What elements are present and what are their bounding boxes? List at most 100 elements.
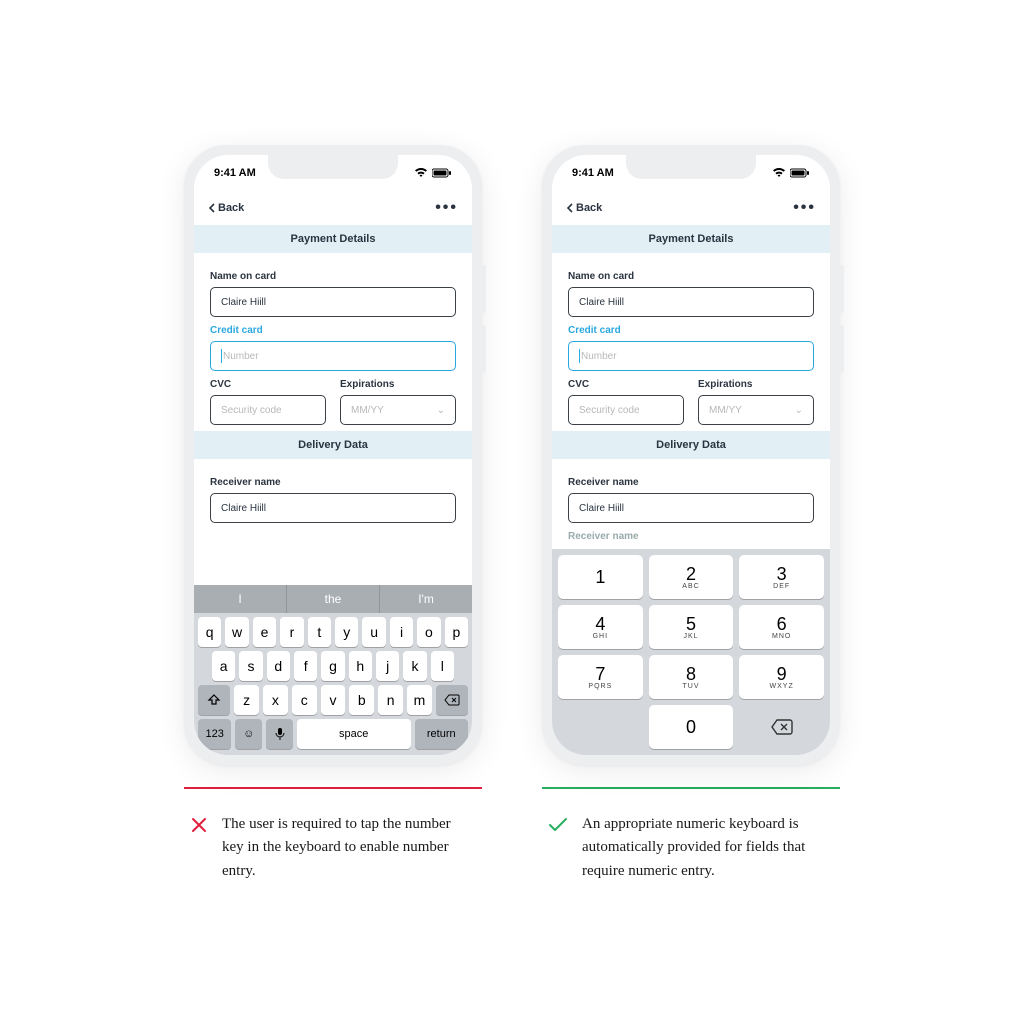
receiver-label: Receiver name bbox=[210, 477, 456, 488]
battery-icon bbox=[432, 168, 452, 178]
key-l[interactable]: l bbox=[431, 651, 454, 681]
key-u[interactable]: u bbox=[362, 617, 385, 647]
exp-select[interactable]: MM/YY⌄ bbox=[698, 395, 814, 425]
kb-row-1: q w e r t y u i o p bbox=[194, 613, 472, 647]
key-f[interactable]: f bbox=[294, 651, 317, 681]
card-label: Credit card bbox=[568, 325, 814, 336]
cvc-label: CVC bbox=[210, 379, 326, 390]
battery-icon bbox=[790, 168, 810, 178]
key-h[interactable]: h bbox=[349, 651, 372, 681]
phone-bad: 9:41 AM Back ••• Payment Details Name on… bbox=[184, 145, 482, 765]
exp-label: Expirations bbox=[698, 379, 814, 390]
numkey-3[interactable]: 3DEF bbox=[739, 555, 824, 599]
backspace-key[interactable] bbox=[436, 685, 468, 715]
receiver-input[interactable]: Claire Hiill bbox=[568, 493, 814, 523]
key-n[interactable]: n bbox=[378, 685, 403, 715]
key-t[interactable]: t bbox=[308, 617, 331, 647]
numkey-5[interactable]: 5JKL bbox=[649, 605, 734, 649]
prediction-bar: I the I'm bbox=[194, 585, 472, 613]
numkey-2[interactable]: 2ABC bbox=[649, 555, 734, 599]
back-label: Back bbox=[218, 202, 244, 214]
key-d[interactable]: d bbox=[267, 651, 290, 681]
key-m[interactable]: m bbox=[407, 685, 432, 715]
shift-icon bbox=[207, 693, 221, 707]
numkey-6[interactable]: 6MNO bbox=[739, 605, 824, 649]
exp-label: Expirations bbox=[340, 379, 456, 390]
receiver2-label: Receiver name bbox=[568, 531, 814, 542]
cvc-input[interactable]: Security code bbox=[210, 395, 326, 425]
x-icon bbox=[190, 816, 208, 834]
caption-good-text: An appropriate numeric keyboard is autom… bbox=[582, 813, 834, 883]
space-key[interactable]: space bbox=[297, 719, 411, 749]
status-icons bbox=[414, 168, 452, 178]
key-k[interactable]: k bbox=[403, 651, 426, 681]
key-g[interactable]: g bbox=[321, 651, 344, 681]
shift-key[interactable] bbox=[198, 685, 230, 715]
mic-icon bbox=[275, 727, 285, 741]
back-button[interactable]: Back bbox=[566, 202, 602, 214]
backspace-icon bbox=[770, 718, 794, 736]
name-label: Name on card bbox=[210, 271, 456, 282]
key-s[interactable]: s bbox=[239, 651, 262, 681]
predict-1[interactable]: the bbox=[287, 585, 380, 613]
key-i[interactable]: i bbox=[390, 617, 413, 647]
more-button[interactable]: ••• bbox=[793, 199, 816, 217]
more-button[interactable]: ••• bbox=[435, 199, 458, 217]
name-input[interactable]: Claire Hiill bbox=[568, 287, 814, 317]
key-v[interactable]: v bbox=[321, 685, 346, 715]
notch bbox=[268, 155, 398, 179]
key-z[interactable]: z bbox=[234, 685, 259, 715]
key-c[interactable]: c bbox=[292, 685, 317, 715]
key-p[interactable]: p bbox=[445, 617, 468, 647]
numbers-key[interactable]: 123 bbox=[198, 719, 231, 749]
key-j[interactable]: j bbox=[376, 651, 399, 681]
chevron-down-icon: ⌄ bbox=[437, 405, 445, 416]
chevron-left-icon bbox=[566, 203, 574, 213]
numkey-7[interactable]: 7PQRS bbox=[558, 655, 643, 699]
section-delivery: Delivery Data bbox=[194, 431, 472, 459]
status-time: 9:41 AM bbox=[214, 167, 256, 179]
back-label: Back bbox=[576, 202, 602, 214]
caption-bad-text: The user is required to tap the number k… bbox=[222, 813, 476, 883]
key-y[interactable]: y bbox=[335, 617, 358, 647]
back-button[interactable]: Back bbox=[208, 202, 244, 214]
phone-good: 9:41 AM Back ••• Payment Details Name on… bbox=[542, 145, 840, 765]
numkey-delete[interactable] bbox=[739, 705, 824, 749]
numkey-1[interactable]: 1 bbox=[558, 555, 643, 599]
key-e[interactable]: e bbox=[253, 617, 276, 647]
chevron-down-icon: ⌄ bbox=[795, 405, 803, 416]
numkey-9[interactable]: 9WXYZ bbox=[739, 655, 824, 699]
caption-bad: The user is required to tap the number k… bbox=[184, 787, 482, 883]
comparison-stage: 9:41 AM Back ••• Payment Details Name on… bbox=[0, 0, 1024, 765]
name-input[interactable]: Claire Hiill bbox=[210, 287, 456, 317]
key-r[interactable]: r bbox=[280, 617, 303, 647]
numkey-4[interactable]: 4GHI bbox=[558, 605, 643, 649]
return-key[interactable]: return bbox=[415, 719, 468, 749]
notch bbox=[626, 155, 756, 179]
key-o[interactable]: o bbox=[417, 617, 440, 647]
numkey-8[interactable]: 8TUV bbox=[649, 655, 734, 699]
card-input[interactable]: Number bbox=[210, 341, 456, 371]
numkey-0[interactable]: 0 bbox=[649, 705, 734, 749]
rule-bad bbox=[184, 787, 482, 789]
mic-key[interactable] bbox=[266, 719, 293, 749]
kb-row-2: a s d f g h j k l bbox=[194, 647, 472, 681]
key-x[interactable]: x bbox=[263, 685, 288, 715]
key-w[interactable]: w bbox=[225, 617, 248, 647]
top-bar: Back ••• bbox=[194, 191, 472, 225]
exp-select[interactable]: MM/YY⌄ bbox=[340, 395, 456, 425]
key-b[interactable]: b bbox=[349, 685, 374, 715]
receiver-input[interactable]: Claire Hiill bbox=[210, 493, 456, 523]
backspace-icon bbox=[444, 694, 460, 706]
predict-0[interactable]: I bbox=[194, 585, 287, 613]
emoji-key[interactable]: ☺ bbox=[235, 719, 262, 749]
receiver-label: Receiver name bbox=[568, 477, 814, 488]
predict-2[interactable]: I'm bbox=[380, 585, 472, 613]
chevron-left-icon bbox=[208, 203, 216, 213]
key-a[interactable]: a bbox=[212, 651, 235, 681]
qwerty-keyboard: I the I'm q w e r t y u i o p a bbox=[194, 585, 472, 755]
key-q[interactable]: q bbox=[198, 617, 221, 647]
cvc-input[interactable]: Security code bbox=[568, 395, 684, 425]
card-input[interactable]: Number bbox=[568, 341, 814, 371]
numkey-blank bbox=[558, 705, 643, 749]
